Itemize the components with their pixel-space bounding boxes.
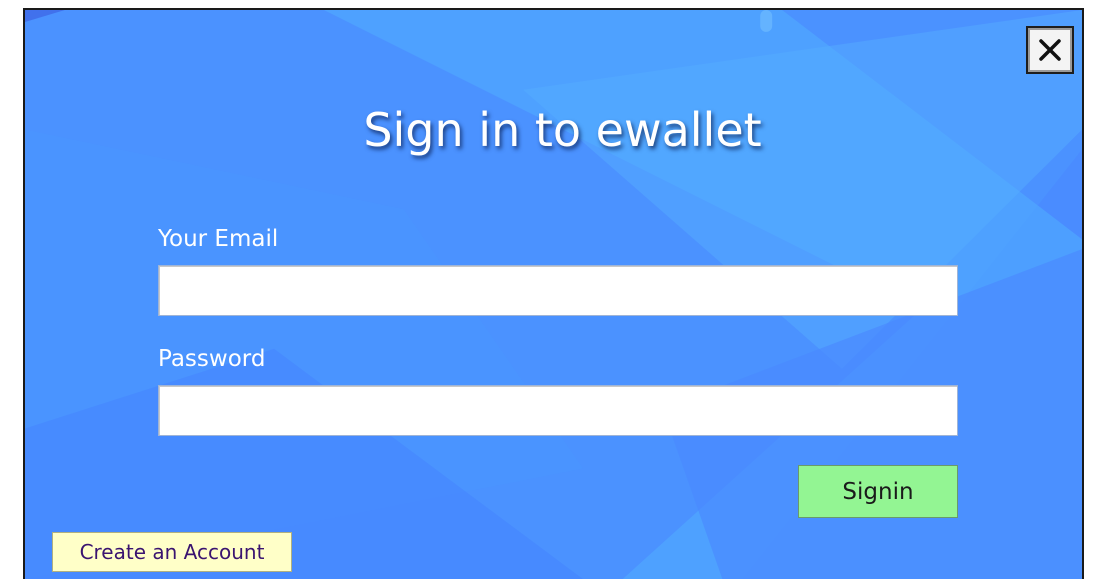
dialog-title: Sign in to ewallet: [363, 103, 762, 157]
signin-button[interactable]: Signin: [798, 465, 958, 518]
password-field[interactable]: [158, 385, 958, 436]
signin-dialog: Sign in to ewallet Your Email Password S…: [23, 8, 1084, 579]
create-account-button[interactable]: Create an Account: [52, 532, 292, 572]
close-icon: [1039, 39, 1061, 61]
password-label: Password: [158, 346, 266, 372]
email-field[interactable]: [158, 265, 958, 316]
email-label: Your Email: [158, 226, 279, 252]
close-button[interactable]: [1026, 26, 1074, 74]
